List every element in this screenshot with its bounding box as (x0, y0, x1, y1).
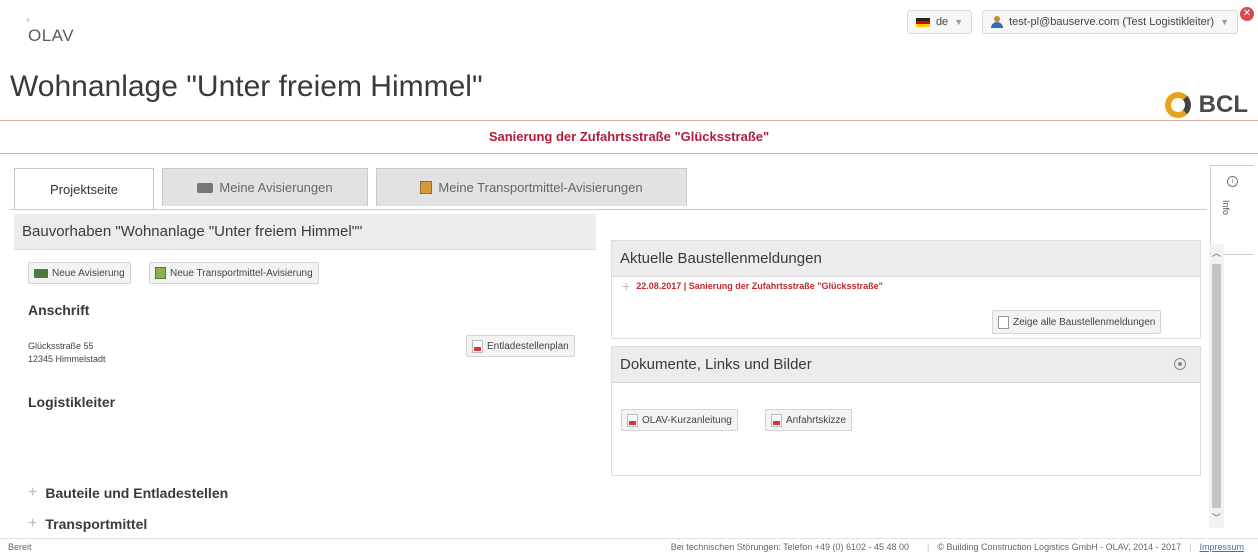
bcl-logo: BCL (1163, 90, 1248, 120)
pdf-icon (627, 413, 638, 427)
support-text: Bei technischen Störungen: Telefon +49 (… (670, 542, 910, 552)
tab-label: Meine Transportmittel-Avisierungen (438, 180, 643, 195)
close-icon[interactable]: ✕ (1240, 7, 1254, 21)
docs-panel-title: Dokumente, Links und Bilder (620, 356, 812, 373)
tab-transportmittel-avisierungen[interactable]: Meine Transportmittel-Avisierungen (376, 168, 687, 206)
expand-icon: + (622, 278, 631, 294)
doc-link-kurzanleitung[interactable]: OLAV-Kurzanleitung (621, 409, 738, 431)
user-label: test-pl@bauserve.com (Test Logistikleite… (1009, 16, 1215, 28)
news-panel-title: Aktuelle Baustellenmeldungen (620, 250, 822, 267)
new-transport-avis-label: Neue Transportmittel-Avisierung (170, 267, 313, 279)
imprint-link[interactable]: Impressum (1199, 542, 1244, 552)
user-icon (991, 16, 1004, 28)
expand-icon: + (28, 515, 38, 532)
chevron-down-icon: ▼ (954, 17, 964, 27)
truck-icon (197, 182, 214, 193)
status-footer: Bereit Bei technischen Störungen: Telefo… (0, 538, 1258, 555)
address-line: Glücksstraße 55 (28, 341, 94, 351)
language-label: de (935, 16, 949, 28)
flag-de-icon (915, 17, 930, 27)
copyright-text: © Building Construction Logistics GmbH -… (937, 542, 1182, 552)
top-bar: de ▼ test-pl@bauserve.com (Test Logistik… (906, 10, 1238, 34)
tab-projektseite[interactable]: Projektseite (14, 168, 154, 209)
notice-banner[interactable]: Sanierung der Zufahrtsstraße "Glücksstra… (0, 121, 1258, 152)
scroll-down-icon[interactable]: ﹀ (1211, 513, 1222, 524)
bcl-logo-icon (1163, 90, 1193, 120)
page-title: Wohnanlage "Unter freiem Himmel" (10, 70, 483, 103)
new-avis-button[interactable]: Neue Avisierung (28, 262, 131, 284)
info-icon: i (1227, 176, 1238, 187)
project-panel-title: Bauvorhaben "Wohnanlage "Unter freiem Hi… (22, 223, 363, 240)
footer-separator: | (1189, 542, 1192, 552)
new-avis-label: Neue Avisierung (52, 267, 125, 279)
unload-plan-button[interactable]: Entladestellenplan (466, 335, 575, 357)
user-dropdown[interactable]: test-pl@bauserve.com (Test Logistikleite… (982, 10, 1238, 34)
bcl-logo-text: BCL (1198, 91, 1248, 118)
truck-icon (34, 268, 48, 278)
news-item[interactable]: + 22.08.2017 | Sanierung der Zufahrtsstr… (622, 278, 883, 294)
olav-logo[interactable]: ° OLAV (26, 18, 75, 46)
doc-link-label: OLAV-Kurzanleitung (642, 414, 732, 426)
document-icon (998, 315, 1009, 329)
package-icon (155, 267, 166, 279)
section-bauteile[interactable]: + Bauteile und Entladestellen (28, 484, 228, 502)
doc-link-label: Anfahrtskizze (786, 414, 847, 426)
vertical-scrollbar[interactable]: ︿ ﹀ (1209, 244, 1224, 528)
section-transportmittel[interactable]: + Transportmittel (28, 515, 147, 533)
footer-separator: | (927, 542, 930, 552)
chevron-down-icon: ▼ (1220, 17, 1229, 27)
project-panel-header: Bauvorhaben "Wohnanlage "Unter freiem Hi… (14, 214, 596, 250)
language-dropdown[interactable]: de ▼ (906, 10, 973, 34)
tab-meine-avisierungen[interactable]: Meine Avisierungen (162, 168, 368, 206)
collapse-icon[interactable] (1174, 358, 1186, 370)
info-side-tab[interactable]: i Info (1210, 165, 1254, 255)
tab-bar: Projektseite Meine Avisierungen Meine Tr… (14, 168, 687, 209)
docs-panel-header: Dokumente, Links und Bilder (612, 347, 1200, 383)
logo-text: OLAV (28, 26, 75, 45)
news-item-text: 22.08.2017 | Sanierung der Zufahrtsstraß… (636, 281, 883, 291)
tab-label: Meine Avisierungen (219, 180, 333, 195)
tab-label: Projektseite (50, 181, 118, 197)
package-icon (420, 181, 433, 194)
address-block: Glücksstraße 55 12345 Himmelstadt (28, 340, 106, 366)
address-line: 12345 Himmelstadt (28, 354, 106, 364)
pdf-icon (771, 413, 782, 427)
new-transport-avis-button[interactable]: Neue Transportmittel-Avisierung (149, 262, 319, 284)
expand-icon: + (28, 484, 38, 501)
logistics-heading: Logistikleiter (28, 394, 116, 410)
tab-divider (10, 209, 1207, 210)
section-label: Bauteile und Entladestellen (45, 485, 229, 501)
show-all-news-button[interactable]: Zeige alle Baustellenmeldungen (992, 310, 1162, 334)
news-panel-header: Aktuelle Baustellenmeldungen (612, 241, 1200, 277)
doc-link-anfahrtskizze[interactable]: Anfahrtskizze (765, 409, 853, 431)
section-label: Transportmittel (45, 516, 148, 532)
scroll-up-icon[interactable]: ︿ (1211, 248, 1222, 259)
status-text: Bereit (8, 542, 32, 552)
divider (0, 153, 1258, 154)
scroll-thumb[interactable] (1212, 264, 1221, 508)
logo-mark-icon: ° (26, 18, 31, 29)
pdf-icon (472, 339, 483, 353)
info-label: Info (1221, 200, 1231, 216)
unload-plan-label: Entladestellenplan (487, 340, 569, 352)
address-heading: Anschrift (28, 302, 90, 318)
notice-text: Sanierung der Zufahrtsstraße "Glücksstra… (488, 129, 770, 144)
show-all-news-label: Zeige alle Baustellenmeldungen (1013, 316, 1156, 328)
